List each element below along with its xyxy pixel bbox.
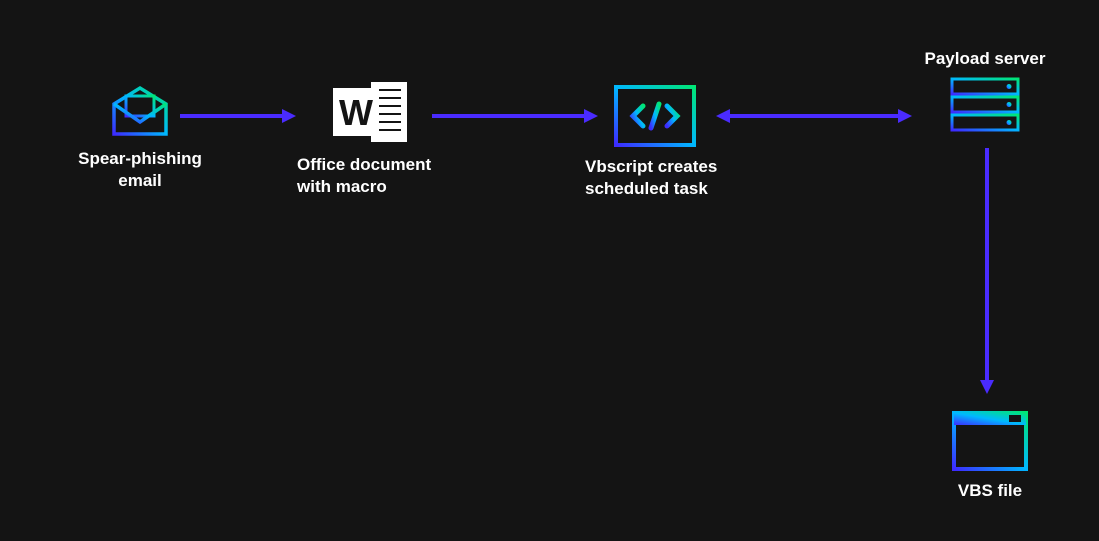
node-vbs-file: VBS file [945,410,1035,502]
window-icon [951,410,1029,472]
arrow-vbscript-server-bidir [714,106,914,126]
svg-text:W: W [339,92,373,133]
node-email: Spear-phishing email [55,82,225,192]
arrow-office-to-vbscript [430,106,600,126]
node-office-doc: W Office document with macro [297,78,467,198]
vbsfile-label: VBS file [958,480,1022,502]
node-payload-server: Payload server [920,48,1050,134]
arrow-server-to-vbsfile [977,146,997,396]
office-label: Office document with macro [297,154,431,198]
email-icon [108,82,172,140]
vbscript-label: Vbscript creates scheduled task [585,156,717,200]
word-icon: W [329,78,411,146]
node-vbscript: Vbscript creates scheduled task [585,84,765,200]
server-icon [949,76,1021,134]
code-icon [613,84,697,148]
server-label: Payload server [925,48,1046,70]
arrow-email-to-office [178,106,298,126]
email-label: Spear-phishing email [55,148,225,192]
